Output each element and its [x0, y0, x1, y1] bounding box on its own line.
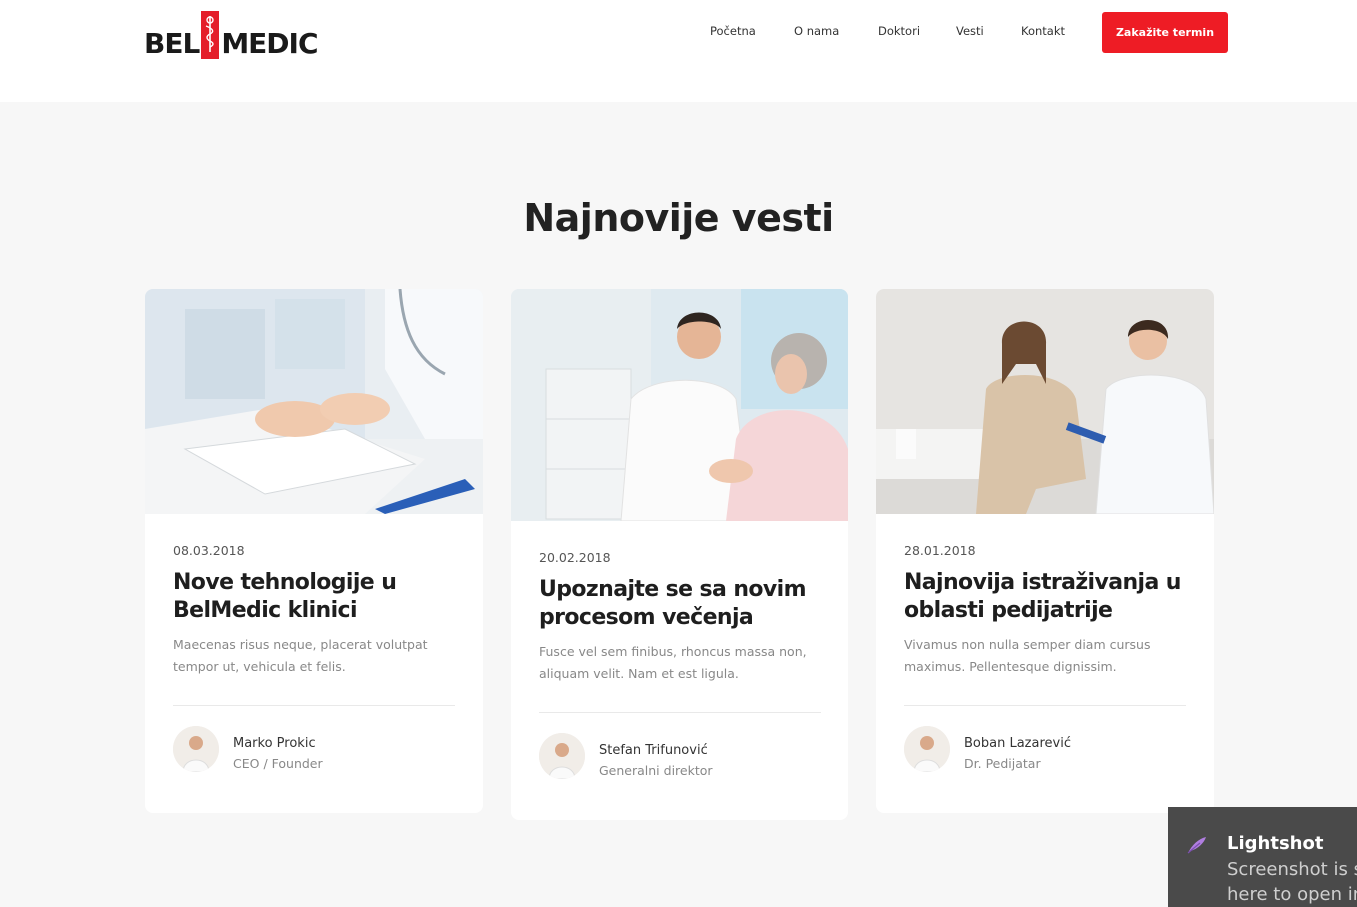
news-card[interactable]: 20.02.2018 Upoznajte se sa novim proceso… [511, 289, 848, 820]
card-title[interactable]: Nove tehnologije u BelMedic klinici [173, 569, 463, 625]
author-avatar [173, 726, 219, 772]
toast-message-line2: here to open in [1227, 884, 1357, 905]
news-card[interactable]: 08.03.2018 Nove tehnologije u BelMedic k… [145, 289, 483, 813]
card-date: 08.03.2018 [173, 543, 245, 558]
feather-icon [1186, 835, 1208, 859]
author-avatar [904, 726, 950, 772]
author-role: Dr. Pedijatar [964, 756, 1041, 771]
nav-about[interactable]: O nama [794, 24, 839, 38]
toast-title: Lightshot [1227, 833, 1324, 854]
card-divider [173, 705, 455, 706]
nav-contact[interactable]: Kontakt [1021, 24, 1065, 38]
author-name: Marko Prokic [233, 736, 316, 751]
card-divider [904, 705, 1186, 706]
card-excerpt: Maecenas risus neque, placerat volutpat … [173, 637, 428, 674]
author-role: CEO / Founder [233, 756, 323, 771]
author-name: Boban Lazarević [964, 736, 1071, 751]
card-date: 20.02.2018 [539, 550, 611, 565]
header-spacer [0, 66, 1357, 102]
nav-home[interactable]: Početna [710, 24, 756, 38]
card-image-doctor-patient[interactable] [511, 289, 848, 521]
card-date: 28.01.2018 [904, 543, 976, 558]
card-title[interactable]: Najnovija istraživanja u oblasti pedijat… [904, 569, 1194, 625]
author-avatar [539, 733, 585, 779]
author-name: Stefan Trifunović [599, 743, 708, 758]
card-divider [539, 712, 821, 713]
card-excerpt: Vivamus non nulla semper diam cursus max… [904, 637, 1151, 674]
nav-doctors[interactable]: Doktori [878, 24, 920, 38]
site-header: BEL MEDIC Početna O nama Doktori Vesti K… [0, 0, 1357, 66]
book-appointment-button[interactable]: Zakažite termin [1102, 12, 1228, 53]
author-role: Generalni direktor [599, 763, 713, 778]
nav-news[interactable]: Vesti [956, 24, 984, 38]
card-image-consultation[interactable] [876, 289, 1214, 514]
card-title[interactable]: Upoznajte se sa novim procesom večenja [539, 576, 829, 632]
news-card[interactable]: 28.01.2018 Najnovija istraživanja u obla… [876, 289, 1214, 813]
card-image-laptop[interactable] [145, 289, 483, 514]
section-title: Najnovije vesti [523, 196, 834, 240]
card-excerpt: Fusce vel sem finibus, rhoncus massa non… [539, 644, 807, 681]
toast-message-line1: Screenshot is sa [1227, 859, 1357, 880]
lightshot-notification[interactable]: Lightshot Screenshot is sa here to open … [1168, 807, 1357, 907]
